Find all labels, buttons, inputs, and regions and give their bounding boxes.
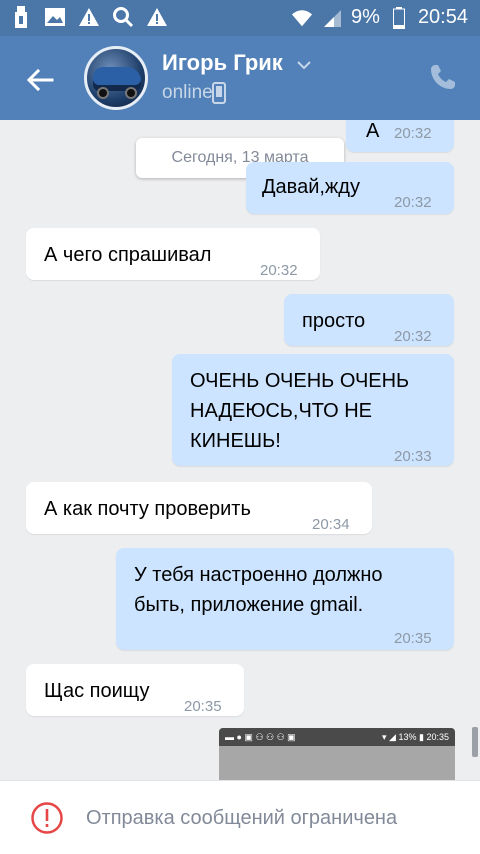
message-bubble-outgoing[interactable]: просто 20:32 xyxy=(284,294,454,346)
contact-name[interactable]: Игорь Грик xyxy=(162,50,283,76)
warning-icon xyxy=(78,6,100,28)
signal-icon xyxy=(321,7,343,29)
screenshot-attachment[interactable]: ▬ ● ▣ ⚇ ⚇ ⚇ ▣ ▾ ◢ 13% ▮ 20:35 xyxy=(219,728,455,780)
screenshot-notification-icons: ▬ ● ▣ ⚇ ⚇ ⚇ ▣ xyxy=(225,731,296,742)
message-time: 20:33 xyxy=(394,448,432,465)
mobile-phone-icon xyxy=(212,82,226,104)
message-text: просто xyxy=(302,310,366,332)
message-bubble-incoming[interactable]: Щас поищу 20:35 xyxy=(26,664,244,716)
restriction-footer: Отправка сообщений ограничена xyxy=(0,780,480,854)
warning-circle-icon xyxy=(30,801,64,835)
wifi-icon xyxy=(291,7,313,29)
battery-percent: 9% xyxy=(351,6,380,28)
message-bubble-outgoing[interactable]: Давай,жду 20:32 xyxy=(246,162,454,214)
message-time: 20:32 xyxy=(394,125,432,142)
online-status: online xyxy=(162,82,213,103)
message-time: 20:32 xyxy=(394,194,432,211)
back-button[interactable] xyxy=(22,62,58,98)
search-icon xyxy=(112,6,134,28)
message-list[interactable]: А 20:32 Сегодня, 13 марта Давай,жду 20:3… xyxy=(0,120,480,780)
screenshot-status-right: ▾ ◢ 13% ▮ 20:35 xyxy=(382,731,449,742)
screenshot-status-bar: ▬ ● ▣ ⚇ ⚇ ⚇ ▣ ▾ ◢ 13% ▮ 20:35 xyxy=(219,728,455,746)
message-bubble-incoming[interactable]: А как почту проверить 20:34 xyxy=(26,482,372,534)
phone-icon xyxy=(431,65,455,89)
scrollbar[interactable] xyxy=(472,727,478,757)
message-time: 20:34 xyxy=(312,516,350,533)
clock: 20:54 xyxy=(417,6,468,28)
chevron-down-icon[interactable] xyxy=(296,58,312,70)
message-text: А xyxy=(366,120,380,142)
message-time: 20:32 xyxy=(260,262,298,279)
usb-icon xyxy=(10,6,32,28)
message-text-line: КИНЕШЬ! xyxy=(190,430,281,452)
message-text: А как почту проверить xyxy=(44,498,251,520)
warning-icon xyxy=(146,6,168,28)
call-button[interactable] xyxy=(428,62,458,92)
message-text-line: НАДЕЮСЬ,ЧТО НЕ xyxy=(190,400,372,422)
chat-header: Игорь Грик online xyxy=(0,36,480,120)
message-text: Щас поищу xyxy=(44,680,150,702)
message-bubble-incoming[interactable]: А чего спрашивал 20:32 xyxy=(26,228,320,280)
restriction-text: Отправка сообщений ограничена xyxy=(86,807,398,829)
message-text: Давай,жду xyxy=(262,176,360,198)
message-text-line: быть, приложение gmail. xyxy=(134,594,364,616)
message-bubble-outgoing[interactable]: У тебя настроенно должно быть, приложени… xyxy=(116,548,454,650)
message-time: 20:35 xyxy=(184,698,222,715)
message-text-line: У тебя настроенно должно xyxy=(134,564,383,586)
image-icon xyxy=(44,6,66,28)
battery-icon xyxy=(388,6,410,29)
message-bubble-outgoing[interactable]: ОЧЕНЬ ОЧЕНЬ ОЧЕНЬ НАДЕЮСЬ,ЧТО НЕ КИНЕШЬ!… xyxy=(172,354,454,466)
status-bar: 9% 20:54 xyxy=(0,0,480,36)
avatar[interactable] xyxy=(84,46,148,110)
arrow-left-icon xyxy=(26,68,54,92)
message-text-line: ОЧЕНЬ ОЧЕНЬ ОЧЕНЬ xyxy=(190,370,410,392)
message-text: А чего спрашивал xyxy=(44,244,212,266)
message-time: 20:35 xyxy=(394,630,432,647)
message-time: 20:32 xyxy=(394,328,432,345)
message-bubble-outgoing[interactable]: А 20:32 xyxy=(346,120,454,152)
